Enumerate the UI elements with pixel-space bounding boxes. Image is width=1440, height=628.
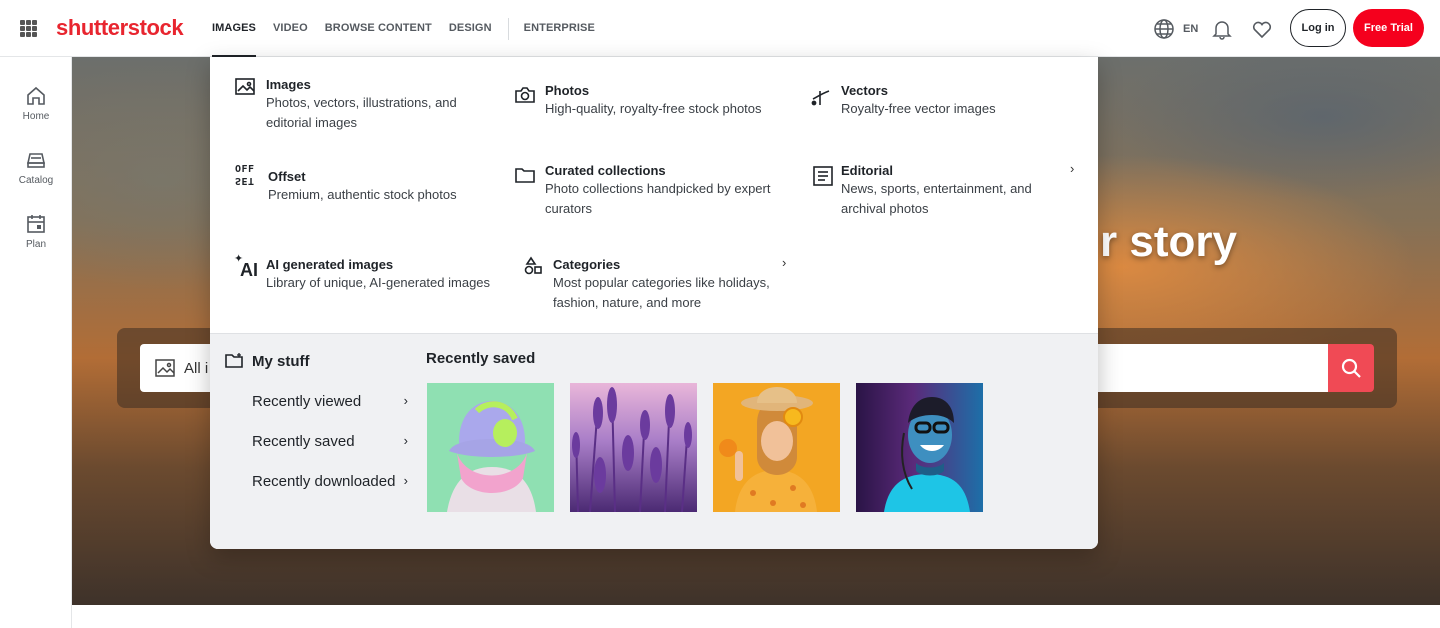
menu-option-editorial[interactable]: Editorial News, sports, entertainment, a… bbox=[812, 161, 1074, 225]
search-placeholder: All i bbox=[184, 360, 209, 377]
free-trial-button[interactable]: Free Trial bbox=[1353, 9, 1424, 47]
option-desc: Photos, vectors, illustrations, and edit… bbox=[266, 95, 457, 130]
saved-thumbnail[interactable] bbox=[570, 383, 697, 512]
top-header: shutterstock IMAGES VIDEO BROWSE CONTENT… bbox=[0, 0, 1440, 57]
rail-label: Catalog bbox=[18, 175, 54, 186]
option-title: Offset bbox=[268, 169, 306, 184]
menu-option-vectors[interactable]: Vectors Royalty-free vector images bbox=[810, 83, 1070, 125]
hero-title: r story bbox=[1100, 217, 1237, 266]
dropdown-lower-section: My stuff Recently viewed › Recently save… bbox=[210, 333, 1098, 549]
nav-browse-content[interactable]: BROWSE CONTENT bbox=[325, 0, 432, 57]
option-title: Images bbox=[266, 77, 311, 92]
login-button[interactable]: Log in bbox=[1290, 9, 1346, 47]
option-title: Editorial bbox=[841, 163, 894, 178]
nav-video[interactable]: VIDEO bbox=[273, 0, 308, 57]
catalog-icon bbox=[27, 153, 45, 168]
recently-saved-title: Recently saved bbox=[426, 350, 536, 367]
camera-icon bbox=[515, 87, 535, 103]
nav-divider bbox=[507, 17, 509, 40]
option-desc: Most popular categories like holidays, f… bbox=[553, 275, 770, 310]
rail-label: Plan bbox=[25, 239, 46, 250]
my-stuff-title: My stuff bbox=[252, 353, 310, 370]
heart-icon[interactable] bbox=[1251, 18, 1273, 40]
option-title: Categories bbox=[553, 257, 621, 272]
option-desc: News, sports, entertainment, and archiva… bbox=[841, 181, 1032, 216]
option-title: Curated collections bbox=[545, 163, 666, 178]
menu-option-categories[interactable]: Categories Most popular categories like … bbox=[522, 255, 787, 315]
option-title: Vectors bbox=[841, 83, 888, 98]
left-rail: Home Catalog Plan bbox=[0, 57, 72, 628]
link-label: Recently saved bbox=[252, 433, 355, 450]
language-label: EN bbox=[1183, 23, 1199, 35]
image-icon bbox=[235, 78, 255, 95]
link-label: Recently downloaded bbox=[252, 473, 396, 490]
offset-logo-bottom: SET bbox=[235, 175, 255, 186]
vector-pen-icon bbox=[811, 90, 830, 106]
apps-grid-icon[interactable] bbox=[20, 20, 37, 37]
home-icon bbox=[27, 86, 45, 105]
globe-icon bbox=[1154, 19, 1174, 39]
menu-option-images[interactable]: Images Photos, vectors, illustrations, a… bbox=[234, 77, 494, 137]
offset-logo-icon: OFF SET bbox=[235, 164, 261, 187]
offset-logo-top: OFF bbox=[235, 164, 255, 175]
menu-option-offset[interactable]: OFF SET Offset Premium, authentic stock … bbox=[235, 165, 495, 209]
chevron-right-icon: › bbox=[782, 255, 787, 270]
option-title: Photos bbox=[545, 83, 590, 98]
option-desc: Royalty-free vector images bbox=[841, 101, 996, 116]
option-desc: Photo collections handpicked by expert c… bbox=[545, 181, 771, 216]
search-button[interactable] bbox=[1328, 344, 1374, 392]
main-nav: IMAGES VIDEO BROWSE CONTENT DESIGN ENTER… bbox=[212, 0, 612, 57]
option-desc: Library of unique, AI-generated images bbox=[266, 275, 491, 290]
rail-item-catalog[interactable]: Catalog bbox=[0, 149, 72, 186]
recently-viewed-link[interactable]: Recently viewed › bbox=[252, 393, 408, 410]
bell-icon[interactable] bbox=[1211, 18, 1233, 40]
folder-star-icon bbox=[225, 353, 243, 368]
chevron-right-icon: › bbox=[403, 393, 408, 408]
menu-option-photos[interactable]: Photos High-quality, royalty-free stock … bbox=[514, 83, 784, 125]
rail-item-home[interactable]: Home bbox=[0, 85, 72, 122]
option-title: AI generated images bbox=[266, 257, 394, 272]
newspaper-icon bbox=[813, 166, 833, 186]
folder-icon bbox=[515, 168, 535, 183]
chevron-right-icon: › bbox=[1070, 161, 1075, 176]
option-desc: High-quality, royalty-free stock photos bbox=[545, 101, 762, 116]
chevron-right-icon: › bbox=[403, 433, 408, 448]
ai-logo-text: AI bbox=[240, 260, 258, 280]
rail-label: Home bbox=[22, 111, 50, 122]
images-dropdown-menu: Images Photos, vectors, illustrations, a… bbox=[210, 57, 1098, 549]
language-selector[interactable]: EN bbox=[1153, 18, 1198, 40]
ai-sparkle-icon: ✦ AI bbox=[234, 253, 258, 280]
menu-option-ai-generated[interactable]: ✦ AI AI generated images Library of uniq… bbox=[234, 253, 504, 299]
nav-design[interactable]: DESIGN bbox=[449, 0, 492, 57]
rail-item-plan[interactable]: Plan bbox=[0, 213, 72, 250]
menu-option-curated-collections[interactable]: Curated collections Photo collections ha… bbox=[514, 163, 784, 225]
option-desc: Premium, authentic stock photos bbox=[268, 187, 457, 202]
chevron-right-icon: › bbox=[403, 473, 408, 488]
recently-saved-link[interactable]: Recently saved › bbox=[252, 433, 408, 450]
image-type-icon[interactable] bbox=[154, 358, 176, 378]
link-label: Recently viewed bbox=[252, 393, 362, 410]
recently-downloaded-link[interactable]: Recently downloaded › bbox=[252, 473, 408, 490]
saved-thumbnail[interactable] bbox=[427, 383, 554, 512]
page-bottom bbox=[72, 605, 1440, 628]
plan-icon bbox=[27, 215, 45, 233]
saved-thumbnail[interactable] bbox=[856, 383, 983, 512]
search-icon bbox=[1341, 358, 1361, 378]
nav-images[interactable]: IMAGES bbox=[212, 0, 256, 57]
shutterstock-logo[interactable]: shutterstock bbox=[56, 15, 184, 41]
nav-enterprise[interactable]: ENTERPRISE bbox=[524, 0, 595, 57]
shapes-icon bbox=[524, 256, 542, 275]
saved-thumbnail[interactable] bbox=[713, 383, 840, 512]
